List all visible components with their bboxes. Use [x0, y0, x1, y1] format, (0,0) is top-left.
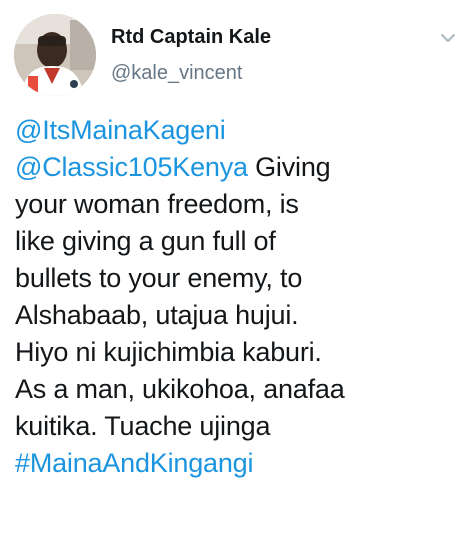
tweet-text-segment: kuitika. Tuache ujinga — [15, 411, 271, 441]
tweet-text-segment: Alshabaab, utajua hujui. — [15, 300, 299, 330]
mention-link[interactable]: @Classic105Kenya — [15, 152, 248, 182]
display-name[interactable]: Rtd Captain Kale — [111, 26, 271, 49]
tweet-line: As a man, ukikohoa, anafaa — [15, 371, 455, 408]
user-handle[interactable]: @kale_vincent — [111, 62, 242, 85]
tweet-line: @Classic105Kenya Giving — [15, 149, 455, 186]
tweet-line: kuitika. Tuache ujinga — [15, 408, 455, 445]
tweet-text-segment: bullets to your enemy, to — [15, 263, 303, 293]
tweet-line: Alshabaab, utajua hujui. — [15, 297, 455, 334]
tweet-line: like giving a gun full of — [15, 223, 455, 260]
tweet-text-segment: like giving a gun full of — [15, 226, 276, 256]
avatar[interactable] — [14, 14, 96, 96]
mention-link[interactable]: @ItsMainaKageni — [15, 115, 226, 145]
tweet-text-segment: As a man, ukikohoa, anafaa — [15, 374, 345, 404]
tweet-line: bullets to your enemy, to — [15, 260, 455, 297]
tweet-line: @ItsMainaKageni — [15, 112, 455, 149]
tweet-line: your woman freedom, is — [15, 186, 455, 223]
tweet-text-segment: Hiyo ni kujichimbia kaburi. — [15, 337, 322, 367]
tweet-line: Hiyo ni kujichimbia kaburi. — [15, 334, 455, 371]
tweet-text-segment: your woman freedom, is — [15, 189, 299, 219]
tweet-text-segment: Giving — [247, 152, 331, 182]
tweet-card: Rtd Captain Kale @kale_vincent @ItsMaina… — [0, 0, 465, 539]
tweet-line: #MainaAndKingangi — [15, 445, 455, 482]
hashtag-link[interactable]: #MainaAndKingangi — [15, 448, 253, 478]
chevron-down-icon[interactable] — [438, 28, 458, 48]
tweet-text: @ItsMainaKageni @Classic105Kenya Giving yo… — [15, 112, 455, 482]
